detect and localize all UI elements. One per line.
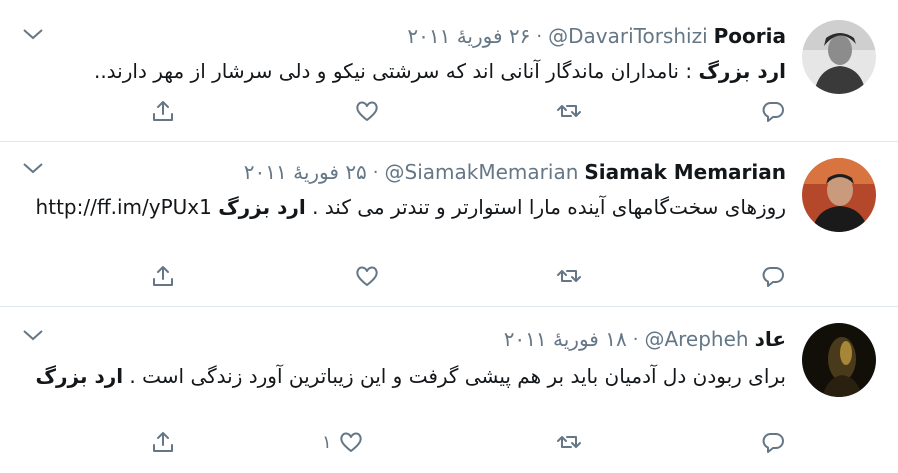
share-button[interactable]: [150, 262, 176, 290]
caret-down-icon[interactable]: [22, 327, 44, 341]
display-name[interactable]: Pooria: [714, 24, 786, 48]
hashtag[interactable]: ارد بزرگ: [36, 364, 124, 388]
display-name[interactable]: Siamak Memarian: [584, 160, 786, 184]
caret-down-icon[interactable]: [22, 160, 44, 174]
retweet-icon: [557, 436, 581, 448]
user-handle[interactable]: @DavariTorshizi: [548, 24, 708, 48]
like-button[interactable]: [354, 262, 380, 290]
reply-icon: [762, 267, 784, 287]
retweet-button[interactable]: [556, 262, 582, 290]
tweet-header: عاد @Arepheh · ۱۸ فوریهٔ ۲۰۱۱: [504, 325, 786, 353]
separator: ·: [372, 161, 379, 183]
tweet-header: Pooria @DavariTorshizi · ۲۶ فوریهٔ ۲۰۱۱: [407, 22, 786, 50]
separator: ·: [632, 328, 639, 350]
tweet[interactable]: Pooria @DavariTorshizi · ۲۶ فوریهٔ ۲۰۱۱ …: [0, 0, 898, 142]
user-handle[interactable]: @SiamakMemarian: [385, 160, 579, 184]
hashtag[interactable]: ارد بزرگ: [698, 59, 786, 83]
hashtag[interactable]: ارد بزرگ: [218, 195, 306, 219]
reply-button[interactable]: [760, 262, 786, 290]
share-icon: [153, 101, 173, 121]
reply-button[interactable]: [760, 428, 786, 456]
share-icon: [153, 432, 173, 452]
avatar[interactable]: [802, 20, 876, 94]
tweet-date[interactable]: ۱۸ فوریهٔ ۲۰۱۱: [504, 327, 627, 351]
like-count: ۱: [322, 431, 332, 453]
reply-icon: [762, 102, 784, 122]
tweet-text: ارد بزرگ : نامداران ماندگار آنانی اند که…: [30, 56, 786, 86]
like-icon: [339, 432, 362, 452]
tweet-text: روزهای سخت‌گامهای آینده مارا استوارتر و …: [30, 192, 786, 222]
retweet-icon: [557, 105, 581, 117]
tweet-text: برای ربودن دل آدمیان باید بر هم پیشی گرف…: [30, 361, 786, 391]
tweet-link[interactable]: http://ff.im/yPUx1: [36, 195, 212, 219]
tweet-actions: [0, 262, 898, 292]
tweet-text-before: روزهای سخت‌گامهای آینده مارا استوارتر و …: [305, 195, 786, 219]
share-button[interactable]: [150, 428, 176, 456]
tweet[interactable]: عاد @Arepheh · ۱۸ فوریهٔ ۲۰۱۱ برای ربودن…: [0, 307, 898, 473]
tweet-text-after: : نامداران ماندگار آنانی اند که سرشتی نی…: [93, 59, 699, 83]
separator: ·: [536, 25, 543, 47]
share-button[interactable]: [150, 97, 176, 125]
reply-icon: [762, 433, 784, 453]
tweet-actions: ۱: [0, 428, 898, 458]
tweet-date[interactable]: ۲۵ فوریهٔ ۲۰۱۱: [244, 160, 367, 184]
retweet-button[interactable]: [556, 97, 582, 125]
like-icon: [356, 101, 378, 121]
tweet-header: Siamak Memarian @SiamakMemarian · ۲۵ فور…: [244, 158, 786, 186]
like-button[interactable]: [354, 97, 380, 125]
display-name[interactable]: عاد: [755, 327, 786, 351]
tweet-date[interactable]: ۲۶ فوریهٔ ۲۰۱۱: [407, 24, 530, 48]
like-button[interactable]: ۱: [322, 428, 364, 456]
share-icon: [153, 266, 173, 286]
avatar[interactable]: [802, 323, 876, 397]
like-icon: [356, 266, 378, 286]
retweet-button[interactable]: [556, 428, 582, 456]
caret-down-icon[interactable]: [22, 26, 44, 40]
avatar[interactable]: [802, 158, 876, 232]
user-handle[interactable]: @Arepheh: [644, 327, 748, 351]
tweet-text-before: برای ربودن دل آدمیان باید بر هم پیشی گرف…: [123, 364, 786, 388]
tweet-feed: Pooria @DavariTorshizi · ۲۶ فوریهٔ ۲۰۱۱ …: [0, 0, 898, 473]
reply-button[interactable]: [760, 97, 786, 125]
tweet[interactable]: Siamak Memarian @SiamakMemarian · ۲۵ فور…: [0, 142, 898, 307]
tweet-actions: [0, 97, 898, 127]
retweet-icon: [557, 270, 581, 282]
